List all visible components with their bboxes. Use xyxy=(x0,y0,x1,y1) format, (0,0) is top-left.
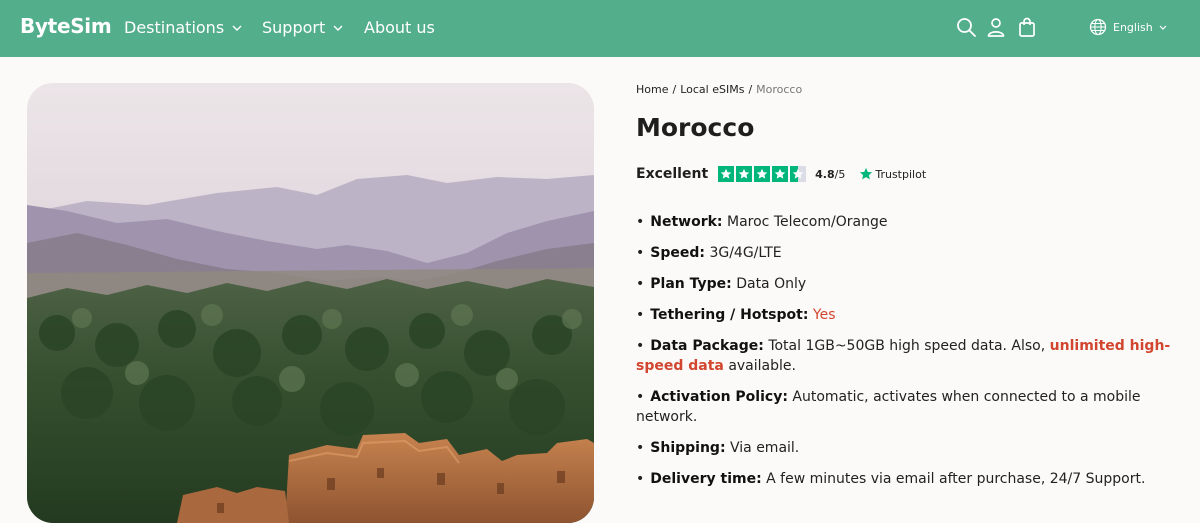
breadcrumb-local-esims[interactable]: Local eSIMs xyxy=(680,83,744,96)
breadcrumb-home[interactable]: Home xyxy=(636,83,668,96)
feature-value: Total 1GB~50GB high speed data. Also, xyxy=(768,338,1046,354)
page-title: Morocco xyxy=(636,113,755,142)
nav-destinations[interactable]: Destinations xyxy=(124,18,242,37)
trustpilot-star-icon xyxy=(860,167,873,180)
feature-label: Delivery time: xyxy=(650,471,762,487)
feature-label: Tethering / Hotspot: xyxy=(650,307,809,323)
star-icon xyxy=(736,166,753,182)
feature-value: Data Only xyxy=(736,276,807,292)
feature-label: Data Package: xyxy=(650,338,764,354)
bytesim-logo[interactable]: ByteSim xyxy=(20,14,112,38)
star-icon xyxy=(754,166,771,182)
breadcrumb-current: Morocco xyxy=(756,83,803,96)
trustpilot-rating[interactable]: Excellent 4.8/5 Trustpilot xyxy=(636,165,926,183)
trustpilot-badge[interactable]: Trustpilot xyxy=(859,167,926,181)
half-star-icon xyxy=(790,166,807,182)
feature-label: Shipping: xyxy=(650,440,726,456)
nav-support[interactable]: Support xyxy=(262,18,343,37)
destination-photo xyxy=(27,83,594,523)
feature-label: Speed: xyxy=(650,245,705,261)
feature-activation: • Activation Policy: Automatic, activates… xyxy=(636,389,1141,425)
chevron-down-icon xyxy=(1159,25,1167,30)
language-label: English xyxy=(1113,20,1153,34)
feature-value-end: available. xyxy=(728,358,796,374)
nav-destinations-label: Destinations xyxy=(124,18,225,37)
breadcrumb: Home / Local eSIMs / Morocco xyxy=(636,83,802,96)
language-selector[interactable]: English xyxy=(1089,18,1167,36)
breadcrumb-separator: / xyxy=(672,83,677,96)
feature-label: Network: xyxy=(650,214,723,230)
shopping-bag-icon[interactable] xyxy=(1016,16,1038,38)
feature-label: Plan Type: xyxy=(650,276,732,292)
feature-value: 3G/4G/LTE xyxy=(709,245,782,261)
trustpilot-label: Trustpilot xyxy=(875,167,927,181)
nav-about-us[interactable]: About us xyxy=(364,18,435,37)
star-icon xyxy=(772,166,789,182)
feature-shipping: • Shipping: Via email. xyxy=(636,440,800,456)
feature-list: • Network: Maroc Telecom/Orange • Speed: 3… xyxy=(636,212,1184,500)
rating-word: Excellent xyxy=(636,166,709,182)
feature-tethering: • Tethering / Hotspot: Yes xyxy=(636,307,836,323)
star-rating xyxy=(718,166,807,182)
top-navigation-bar: ByteSim Destinations Support About us En… xyxy=(0,0,1200,57)
feature-value: A few minutes via email after purchase, … xyxy=(766,471,1146,487)
feature-data-package: • Data Package: Total 1GB~50GB high speed… xyxy=(636,338,1171,374)
breadcrumb-separator: / xyxy=(748,83,753,96)
nav-support-label: Support xyxy=(262,18,326,37)
feature-delivery: • Delivery time: A few minutes via email … xyxy=(636,471,1146,487)
rating-value: 4.8 xyxy=(815,167,835,181)
nav-about-us-label: About us xyxy=(364,18,435,37)
globe-icon xyxy=(1089,18,1107,36)
feature-speed: • Speed: 3G/4G/LTE xyxy=(636,245,782,261)
user-icon[interactable] xyxy=(985,16,1007,38)
feature-plan-type: • Plan Type: Data Only xyxy=(636,276,807,292)
feature-label: Activation Policy: xyxy=(650,389,788,405)
star-icon xyxy=(718,166,735,182)
search-icon[interactable] xyxy=(955,16,977,38)
feature-value: Yes xyxy=(812,307,836,323)
feature-value: Maroc Telecom/Orange xyxy=(727,214,888,230)
feature-value: Via email. xyxy=(730,440,800,456)
chevron-down-icon xyxy=(333,25,343,31)
chevron-down-icon xyxy=(232,25,242,31)
feature-network: • Network: Maroc Telecom/Orange xyxy=(636,214,888,230)
rating-max: /5 xyxy=(834,167,846,181)
rating-score: 4.8/5 xyxy=(815,168,845,181)
